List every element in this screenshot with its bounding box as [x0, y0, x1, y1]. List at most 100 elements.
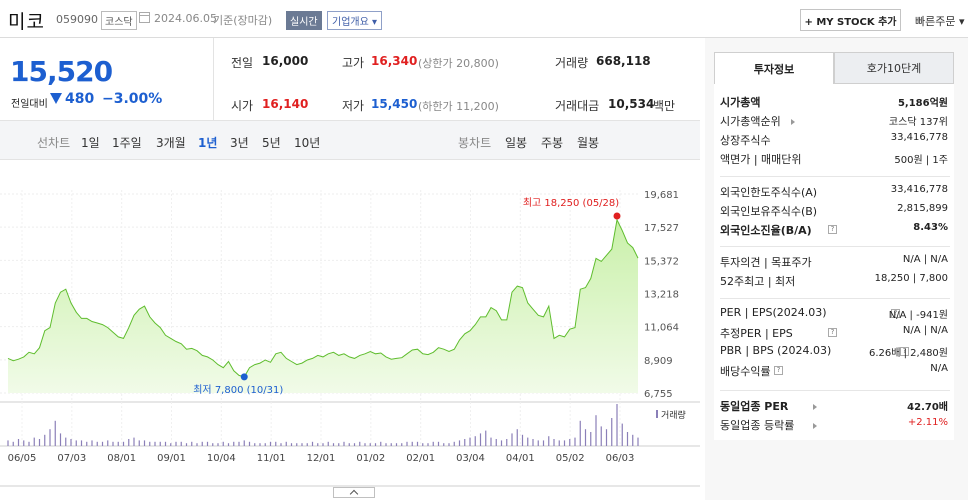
x-tick-label: 05/02	[556, 453, 585, 464]
company-overview-dropdown[interactable]: 기업개요 ▾	[327, 11, 383, 30]
info-row-value: 5,186억원	[897, 98, 948, 109]
add-my-stock-button[interactable]: + MY STOCK 추가	[800, 9, 901, 31]
info-row-value: 2,815,899	[897, 203, 948, 214]
volume-bar	[395, 443, 398, 446]
volume-bar	[474, 436, 476, 446]
volume-bar	[464, 439, 466, 446]
volume-bar	[248, 441, 251, 446]
volume-bar	[311, 441, 314, 446]
help-icon[interactable]: ?	[828, 225, 837, 234]
volume-bar	[390, 443, 392, 446]
info-row-value: +2.11%	[907, 417, 948, 428]
volume-bar	[49, 429, 51, 446]
price-area	[8, 219, 638, 393]
tab-investment-info[interactable]: 투자정보	[714, 52, 834, 84]
volume-bar	[196, 443, 198, 446]
period-5y[interactable]: 5년	[262, 134, 281, 151]
info-row-label: 배당수익률	[720, 365, 771, 378]
volume-bar	[411, 441, 413, 446]
volume-legend-swatch	[656, 410, 658, 418]
period-1w[interactable]: 1주일	[112, 134, 142, 151]
info-row[interactable]: 시가총액순위 코스닥 137위	[720, 113, 948, 131]
volume-bar	[107, 440, 109, 446]
candle-chart-label: 봉차트	[458, 136, 492, 150]
trade-amount-value: 10,534	[608, 97, 655, 111]
volume-bar	[380, 441, 382, 446]
info-row: 외국인한도주식수(A) 33,416,778	[720, 184, 948, 202]
lower-limit: (하한가 11,200)	[418, 100, 499, 113]
period-3y[interactable]: 3년	[230, 134, 249, 151]
y-tick-label: 8,909	[644, 356, 673, 367]
max-point-marker	[613, 212, 621, 220]
candle-monthly[interactable]: 월봉	[577, 134, 599, 151]
volume-bar	[479, 433, 482, 446]
info-row[interactable]: 동일업종 PER 42.70배	[720, 398, 948, 416]
info-row-value: 18,250 | 7,800	[874, 273, 948, 284]
period-3m[interactable]: 3개월	[156, 134, 186, 151]
volume-bar	[563, 440, 566, 446]
volume-bar	[574, 437, 576, 446]
info-row-value: N/A	[930, 363, 948, 374]
volume-bar	[332, 443, 335, 446]
volume-value: 668,118	[596, 54, 651, 68]
realtime-button[interactable]: 실시간	[286, 11, 322, 30]
x-tick-label: 08/01	[107, 453, 136, 464]
volume-legend-label: 거래량	[661, 409, 686, 421]
period-1y[interactable]: 1년	[198, 134, 217, 151]
volume-bar	[54, 420, 56, 446]
price-chart-svg: 19,681 17,527 15,372 13,218 11,064 8,909 6,755…	[0, 190, 700, 487]
info-row-value: N/A | N/A	[902, 254, 948, 265]
open-label: 시가	[231, 99, 254, 113]
volume-bar	[280, 443, 282, 446]
line-chart-label: 선차트	[37, 136, 71, 150]
tab-order-book[interactable]: 호가10단계	[834, 52, 954, 84]
candle-daily[interactable]: 일봉	[505, 134, 527, 151]
x-tick-label: 01/02	[356, 453, 385, 464]
candle-weekly[interactable]: 주봉	[541, 134, 563, 151]
volume-bar	[86, 441, 88, 446]
volume-bar	[238, 441, 240, 446]
volume-bar	[80, 440, 83, 446]
x-tick-label: 02/01	[406, 453, 435, 464]
info-row-label: 투자의견 | 목표주가	[720, 256, 812, 269]
prev-close-value: 16,000	[262, 54, 309, 68]
help-icon[interactable]: ?	[828, 328, 837, 337]
volume-bar	[511, 433, 513, 446]
period-10y[interactable]: 10년	[294, 134, 320, 151]
quick-order-button[interactable]: 빠른주문 ▾	[915, 13, 965, 29]
chevron-right-icon[interactable]	[813, 423, 817, 429]
chart-collapse-toggle[interactable]	[333, 487, 375, 498]
low-value: 15,450	[371, 97, 418, 111]
period-bar: 선차트 1일 1주일 3개월 1년 3년 5년 10년 봉차트 일봉 주봉 월봉	[0, 120, 700, 160]
max-annotation: 최고 18,250 (05/28)	[523, 197, 619, 209]
volume-bar	[506, 439, 508, 446]
current-price: 15,520	[10, 55, 113, 88]
volume-bar	[259, 443, 261, 446]
stock-code: 059090	[56, 13, 98, 26]
x-tick-label: 03/04	[456, 453, 485, 464]
info-row-label: 액면가 | 매매단위	[720, 153, 802, 166]
trade-amount-label: 거래대금	[555, 99, 600, 113]
price-chart[interactable]: 19,681 17,527 15,372 13,218 11,064 8,909 6,755…	[0, 160, 700, 500]
period-1d[interactable]: 1일	[81, 134, 100, 151]
upper-limit: (상한가 20,800)	[418, 57, 499, 70]
y-tick-label: 6,755	[644, 389, 673, 400]
volume-bar	[548, 436, 550, 446]
info-row: 외국인소진율(B/A)? 8.43%	[720, 222, 948, 240]
trade-amount-unit: 백만	[653, 99, 676, 113]
chevron-right-icon[interactable]	[791, 119, 795, 125]
volume-bar	[170, 443, 172, 446]
down-arrow-icon	[50, 93, 62, 104]
volume-bar	[600, 426, 602, 446]
volume-bar	[369, 443, 371, 446]
chevron-right-icon[interactable]	[813, 404, 817, 410]
info-row-label: 추정PER | EPS	[720, 327, 793, 340]
help-icon[interactable]: ?	[774, 366, 783, 375]
x-tick-label: 09/01	[157, 453, 186, 464]
info-row-value: 코스닥 137위	[888, 117, 948, 128]
info-row-label: 상장주식수	[720, 134, 771, 147]
volume-bar	[23, 440, 25, 446]
info-row[interactable]: 동일업종 등락률 +2.11%	[720, 417, 948, 435]
volume-bar	[527, 437, 529, 446]
info-row-value: 42.70배	[907, 402, 948, 413]
